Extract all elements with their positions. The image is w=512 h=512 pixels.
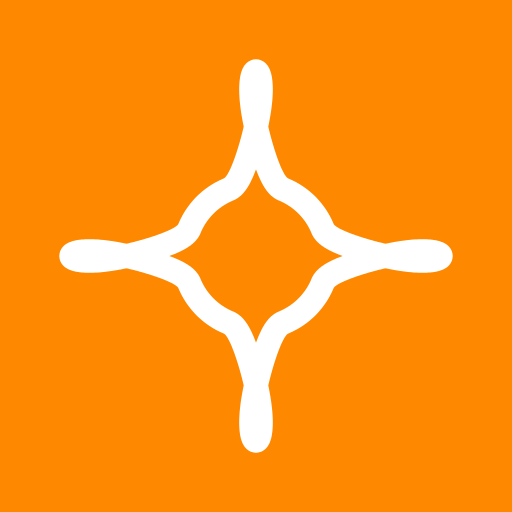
looped-flower-stroke (59, 59, 453, 453)
looped-flower-icon (59, 59, 453, 453)
app-icon-background (0, 0, 512, 512)
